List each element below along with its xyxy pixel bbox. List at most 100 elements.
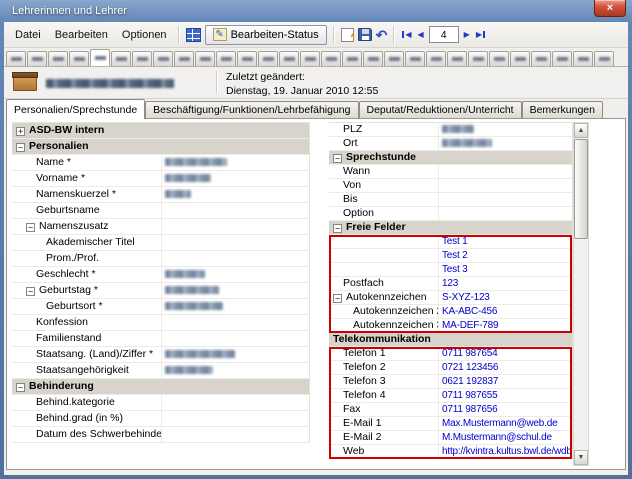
row-value[interactable]: 123 bbox=[439, 277, 572, 290]
field-row-geburtsname[interactable]: Geburtsname bbox=[12, 203, 309, 219]
field-row-staatsang-land-ziffer[interactable]: Staatsang. (Land)/Ziffer * bbox=[12, 347, 309, 363]
undo-button[interactable]: ↶ bbox=[374, 26, 390, 44]
top-tab-1[interactable] bbox=[6, 51, 26, 66]
row-value[interactable]: 0621 192837 bbox=[439, 375, 572, 388]
last-record-button[interactable]: ▶ bbox=[473, 28, 488, 41]
top-tab-14[interactable] bbox=[279, 51, 299, 66]
collapse-icon[interactable]: − bbox=[333, 224, 342, 233]
row-value[interactable] bbox=[162, 363, 309, 378]
row-value[interactable]: 0721 123456 bbox=[439, 361, 572, 374]
row-value[interactable]: http://kvintra.kultus.bwl.de/wdb/ bbox=[439, 445, 572, 458]
top-tab-13[interactable] bbox=[258, 51, 278, 66]
row-value[interactable]: S-XYZ-123 bbox=[439, 291, 572, 304]
field-row-behind-grad-in[interactable]: Behind.grad (in %) bbox=[12, 411, 309, 427]
field-row-geschlecht[interactable]: Geschlecht * bbox=[12, 267, 309, 283]
field-row-autokennzeichen[interactable]: −AutokennzeichenS-XYZ-123 bbox=[329, 291, 572, 305]
menu-bearbeiten[interactable]: Bearbeiten bbox=[48, 26, 115, 44]
top-tab-24[interactable] bbox=[489, 51, 509, 66]
collapse-icon[interactable]: − bbox=[26, 223, 35, 232]
field-row-prom-prof[interactable]: Prom./Prof. bbox=[12, 251, 309, 267]
tab-deputat-reduktionen-unterricht[interactable]: Deputat/Reduktionen/Unterricht bbox=[359, 101, 522, 118]
row-value[interactable]: 0711 987656 bbox=[439, 403, 572, 416]
record-number-field[interactable]: 4 bbox=[429, 26, 459, 43]
field-row-postfach[interactable]: Postfach123 bbox=[329, 277, 572, 291]
top-tab-3[interactable] bbox=[48, 51, 68, 66]
tab-beschaeftigung-funktionen-lehrbefaehigung[interactable]: Beschäftigung/Funktionen/Lehrbefähigung bbox=[145, 101, 358, 118]
field-row-namenskuerzel[interactable]: Namenskuerzel * bbox=[12, 187, 309, 203]
row-value[interactable]: 0711 987654 bbox=[439, 347, 572, 360]
field-row-staatsangeh-rigkeit[interactable]: Staatsangehörigkeit bbox=[12, 363, 309, 379]
row-value[interactable] bbox=[162, 315, 309, 330]
field-row-plz[interactable]: PLZ bbox=[329, 123, 572, 137]
field-row-e-mail-1[interactable]: E-Mail 1Max.Mustermann@web.de bbox=[329, 417, 572, 431]
row-value[interactable] bbox=[162, 283, 309, 298]
row-value[interactable] bbox=[439, 193, 572, 206]
row-value[interactable]: MA-DEF-789 bbox=[439, 319, 572, 332]
menu-optionen[interactable]: Optionen bbox=[115, 26, 174, 44]
save-button[interactable] bbox=[356, 26, 374, 43]
top-tab-19[interactable] bbox=[384, 51, 404, 66]
top-tab-5[interactable] bbox=[90, 49, 110, 66]
form-view-button[interactable] bbox=[184, 26, 203, 44]
scroll-up-button[interactable]: ▲ bbox=[574, 123, 588, 138]
row-value[interactable] bbox=[162, 411, 309, 426]
field-row-autokennzeichen-2[interactable]: Autokennzeichen 2KA-ABC-456 bbox=[329, 305, 572, 319]
top-tab-11[interactable] bbox=[216, 51, 236, 66]
row-value[interactable] bbox=[162, 347, 309, 362]
row-value[interactable] bbox=[439, 123, 572, 136]
row-value[interactable] bbox=[162, 155, 309, 170]
tab-bemerkungen[interactable]: Bemerkungen bbox=[522, 101, 603, 118]
top-tab-2[interactable] bbox=[27, 51, 47, 66]
top-tab-27[interactable] bbox=[552, 51, 572, 66]
field-row-e-mail-2[interactable]: E-Mail 2M.Mustermann@schul.de bbox=[329, 431, 572, 445]
collapse-icon[interactable]: − bbox=[333, 154, 342, 163]
row-value[interactable] bbox=[162, 331, 309, 346]
row-value[interactable] bbox=[162, 171, 309, 186]
top-tab-10[interactable] bbox=[195, 51, 215, 66]
field-row-blank[interactable]: Test 3 bbox=[329, 263, 572, 277]
edit-status-button[interactable]: ✎ Bearbeiten-Status bbox=[205, 25, 327, 45]
section-row-sprechstunde[interactable]: −Sprechstunde bbox=[329, 151, 572, 165]
vertical-scrollbar[interactable]: ▲ ▼ bbox=[573, 122, 589, 466]
field-row-geburtsort[interactable]: Geburtsort * bbox=[12, 299, 309, 315]
field-row-ort[interactable]: Ort bbox=[329, 137, 572, 151]
top-tab-21[interactable] bbox=[426, 51, 446, 66]
row-value[interactable]: 0711 987655 bbox=[439, 389, 572, 402]
section-row-personalien[interactable]: −Personalien bbox=[12, 139, 309, 155]
row-value[interactable] bbox=[439, 207, 572, 220]
scrollbar-thumb[interactable] bbox=[574, 139, 588, 239]
section-row-asd-bw-intern[interactable]: +ASD-BW intern bbox=[12, 123, 309, 139]
field-row-familienstand[interactable]: Familienstand bbox=[12, 331, 309, 347]
row-value[interactable] bbox=[162, 299, 309, 314]
row-value[interactable] bbox=[162, 251, 309, 266]
top-tab-18[interactable] bbox=[363, 51, 383, 66]
field-row-konfession[interactable]: Konfession bbox=[12, 315, 309, 331]
row-value[interactable]: KA-ABC-456 bbox=[439, 305, 572, 318]
row-value[interactable] bbox=[162, 219, 309, 234]
top-tab-26[interactable] bbox=[531, 51, 551, 66]
collapse-icon[interactable]: − bbox=[333, 294, 342, 303]
row-value[interactable] bbox=[439, 179, 572, 192]
top-tab-15[interactable] bbox=[300, 51, 320, 66]
row-value[interactable]: Test 1 bbox=[439, 235, 572, 248]
scroll-down-button[interactable]: ▼ bbox=[574, 450, 588, 465]
field-row-von[interactable]: Von bbox=[329, 179, 572, 193]
new-record-button[interactable]: * bbox=[339, 26, 356, 44]
top-tab-17[interactable] bbox=[342, 51, 362, 66]
top-tab-20[interactable] bbox=[405, 51, 425, 66]
top-tab-23[interactable] bbox=[468, 51, 488, 66]
previous-record-button[interactable]: ◀ bbox=[415, 28, 427, 41]
close-button[interactable]: × bbox=[594, 0, 626, 17]
top-tab-12[interactable] bbox=[237, 51, 257, 66]
field-row-telefon-3[interactable]: Telefon 30621 192837 bbox=[329, 375, 572, 389]
field-row-option[interactable]: Option bbox=[329, 207, 572, 221]
section-row-telekommunikation[interactable]: Telekommunikation bbox=[329, 333, 572, 347]
top-tab-16[interactable] bbox=[321, 51, 341, 66]
row-value[interactable]: M.Mustermann@schul.de bbox=[439, 431, 572, 444]
field-row-telefon-1[interactable]: Telefon 10711 987654 bbox=[329, 347, 572, 361]
collapse-icon[interactable]: − bbox=[26, 287, 35, 296]
field-row-geburtstag[interactable]: −Geburtstag * bbox=[12, 283, 309, 299]
top-tab-8[interactable] bbox=[153, 51, 173, 66]
field-row-telefon-4[interactable]: Telefon 40711 987655 bbox=[329, 389, 572, 403]
field-row-fax[interactable]: Fax0711 987656 bbox=[329, 403, 572, 417]
